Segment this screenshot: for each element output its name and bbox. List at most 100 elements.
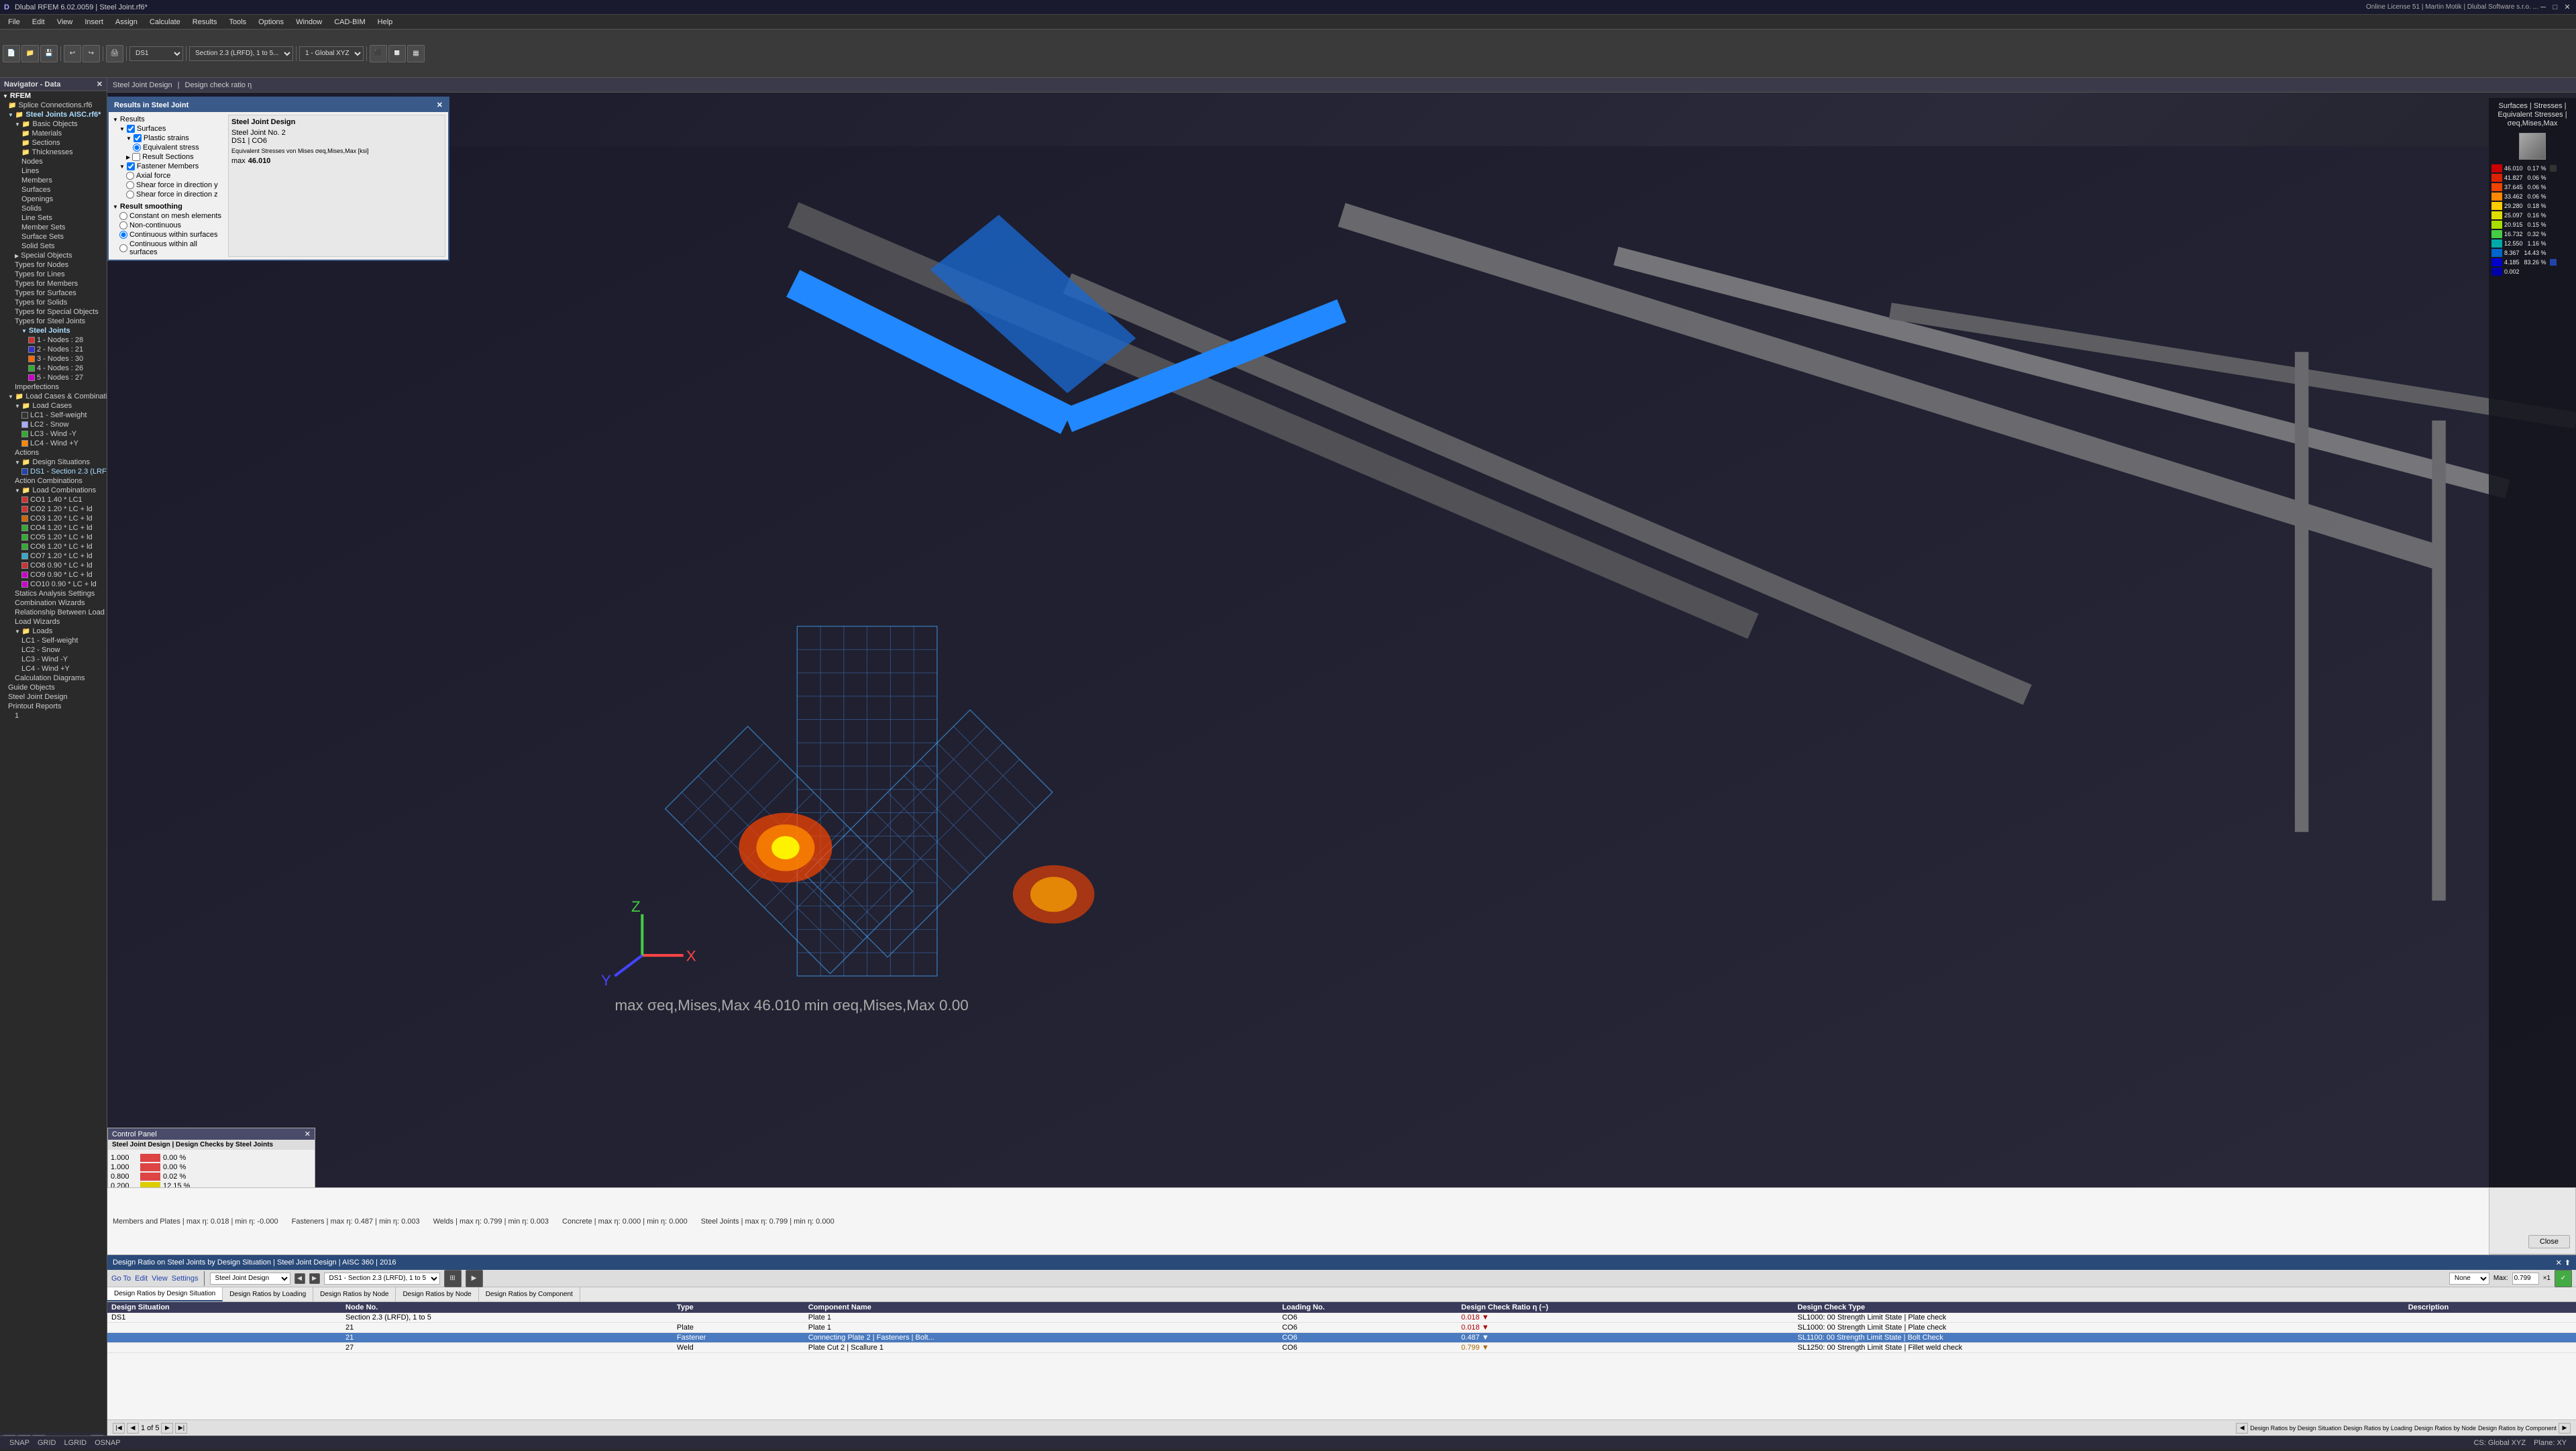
result-sections-item[interactable]: ▶ Result Sections [111,152,225,162]
tb-new[interactable]: 📄 [3,45,20,62]
nav-action-combo[interactable]: Action Combinations [0,476,107,486]
nav-guide-objects[interactable]: Guide Objects [0,683,107,692]
steel-joint-design-combo[interactable]: Steel Joint Design [210,1273,290,1285]
nav-types-lines[interactable]: Types for Lines [0,270,107,279]
continuous-all-item[interactable]: Continuous within all surfaces [111,239,225,257]
status-osnap[interactable]: OSNAP [91,1439,125,1447]
shear-z-radio[interactable] [126,191,134,199]
page-prev[interactable]: ◀ [127,1423,139,1434]
nav-rel-lc[interactable]: Relationship Between Load Cases [0,608,107,617]
axial-force-radio[interactable] [126,172,134,180]
nav-load-combo[interactable]: ▼ 📁 Load Combinations [0,486,107,495]
nav-solids[interactable]: Solids [0,204,107,213]
table-row[interactable]: 27 Weld Plate Cut 2 | Scallure 1 CO6 0.7… [107,1343,2576,1353]
close-button[interactable]: Close [2528,1235,2570,1248]
menu-assign[interactable]: Assign [110,17,143,28]
menu-results[interactable]: Results [187,17,223,28]
nav-lines[interactable]: Lines [0,166,107,176]
shear-y-item[interactable]: Shear force in direction y [111,180,225,190]
shear-z-item[interactable]: Shear force in direction z [111,190,225,199]
tb-redo[interactable]: ↪ [83,45,100,62]
tab-label-node[interactable]: Design Ratios by Node [2414,1425,2476,1432]
nav-pr-1[interactable]: 1 [0,711,107,720]
nav-sj-4[interactable]: 4 - Nodes : 26 [0,364,107,373]
equiv-stress-radio[interactable] [133,144,141,152]
nav-types-steel[interactable]: Types for Steel Joints [0,317,107,326]
nav-surface-sets[interactable]: Surface Sets [0,232,107,241]
nav-actions[interactable]: Actions [0,448,107,458]
nav-special-objects[interactable]: ▶ Special Objects [0,251,107,260]
menu-window[interactable]: Window [290,17,327,28]
nav-calc-diagrams[interactable]: Calculation Diagrams [0,674,107,683]
continuous-within-radio[interactable] [119,231,127,239]
shear-y-radio[interactable] [126,181,134,189]
nav-types-nodes[interactable]: Types for Nodes [0,260,107,270]
tb-undo[interactable]: ↩ [64,45,81,62]
nav-co1[interactable]: CO1 1.40 * LC1 [0,495,107,504]
menu-view[interactable]: View [52,17,78,28]
nav-steel-joint-design[interactable]: Steel Joint Design [0,692,107,702]
nav-types-surfaces[interactable]: Types for Surfaces [0,288,107,298]
continuous-within-item[interactable]: Continuous within surfaces [111,230,225,239]
non-continuous-item[interactable]: Non-continuous [111,221,225,230]
menu-help[interactable]: Help [372,17,398,28]
nav-loads-lc2[interactable]: LC2 - Snow [0,645,107,655]
non-continuous-radio[interactable] [119,221,127,229]
nav-comb-wizards[interactable]: Combination Wizards [0,598,107,608]
nav-co4[interactable]: CO4 1.20 * LC + ld [0,523,107,533]
dt-prev[interactable]: ◀ [294,1273,305,1284]
results-dialog-close-btn[interactable]: ✕ [437,101,443,109]
menu-tools[interactable]: Tools [223,17,252,28]
nav-co9[interactable]: CO9 0.90 * LC + ld [0,570,107,580]
fastener-checkbox[interactable] [127,162,135,170]
tab-by-situation[interactable]: Design Ratios by Design Situation [107,1287,223,1301]
dt-icon2[interactable]: ▶ [466,1270,483,1287]
nav-types-members[interactable]: Types for Members [0,279,107,288]
result-sections-checkbox[interactable] [132,153,140,161]
page-next[interactable]: ▶ [161,1423,173,1434]
nav-co2[interactable]: CO2 1.20 * LC + ld [0,504,107,514]
view-btn[interactable]: View [152,1275,168,1283]
nav-design-sit[interactable]: ▼ 📁 Design Situations [0,458,107,467]
status-lgrid[interactable]: LGRID [60,1439,91,1447]
equiv-stress-item[interactable]: Equivalent stress [111,143,225,152]
nav-thicknesses[interactable]: 📁 Thicknesses [0,148,107,157]
menu-insert[interactable]: Insert [79,17,109,28]
ds-combo[interactable]: DS1 [129,46,183,61]
axial-force-item[interactable]: Axial force [111,171,225,180]
tab-by-loading[interactable]: Design Ratios by Loading [223,1287,313,1301]
nav-lc2[interactable]: LC2 - Snow [0,420,107,429]
fastener-members-item[interactable]: ▼ Fastener Members [111,162,225,171]
settings-btn[interactable]: Settings [172,1275,199,1283]
nav-openings[interactable]: Openings [0,195,107,204]
nav-co3[interactable]: CO3 1.20 * LC + ld [0,514,107,523]
nav-printout-reports[interactable]: Printout Reports [0,702,107,711]
dt-icon1[interactable]: ⊞ [444,1270,462,1287]
tb-open[interactable]: 📁 [21,45,39,62]
section-combo[interactable]: Section 2.3 (LRFD), 1 to 5... [189,46,293,61]
nav-co5[interactable]: CO5 1.20 * LC + ld [0,533,107,542]
nav-member-sets[interactable]: Member Sets [0,223,107,232]
max-input[interactable] [2512,1273,2539,1285]
nav-sj-2[interactable]: 2 - Nodes : 21 [0,345,107,354]
nav-materials[interactable]: 📁 Materials [0,129,107,138]
tb-print[interactable]: 🖨 [106,45,123,62]
nav-loads-lc1[interactable]: LC1 - Self-weight [0,636,107,645]
maximize-btn[interactable]: □ [2551,3,2560,12]
surfaces-checkbox[interactable] [127,125,135,133]
menu-edit[interactable]: Edit [27,17,50,28]
dt-check[interactable]: ✓ [2555,1270,2572,1287]
tb-view3[interactable]: ▦ [407,45,425,62]
menu-calculate[interactable]: Calculate [144,17,186,28]
nav-sections[interactable]: 📁 Sections [0,138,107,148]
cs-combo[interactable]: 1 - Global XYZ [299,46,364,61]
edit-btn[interactable]: Edit [135,1275,148,1283]
tab-label-loading[interactable]: Design Ratios by Loading [2343,1425,2412,1432]
menu-file[interactable]: File [3,17,25,28]
plastic-strains-item[interactable]: ▼ Plastic strains [111,133,225,143]
nav-lc3[interactable]: LC3 - Wind -Y [0,429,107,439]
nav-load-wizards[interactable]: Load Wizards [0,617,107,627]
nav-nodes[interactable]: Nodes [0,157,107,166]
nav-sj-1[interactable]: 1 - Nodes : 28 [0,335,107,345]
menu-cadbim[interactable]: CAD-BIM [329,17,370,28]
